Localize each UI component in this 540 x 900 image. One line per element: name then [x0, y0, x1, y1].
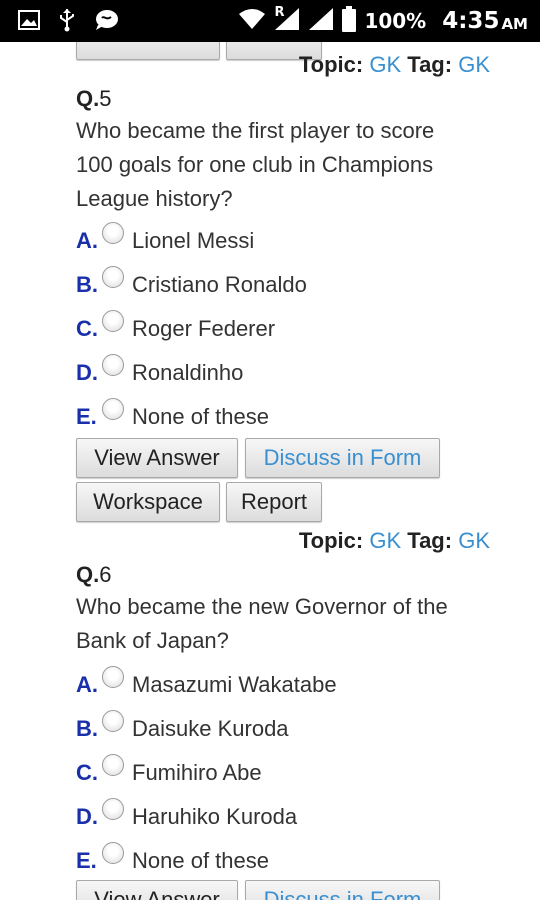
- radio-button[interactable]: [102, 798, 124, 820]
- q5-topic-line: Topic: GK Tag: GK: [298, 52, 490, 77]
- question-list[interactable]: Topic: GK Tag: GK Q.5 Who became the fir…: [0, 42, 540, 900]
- battery-icon: [342, 6, 357, 36]
- q6-tag-link[interactable]: GK: [458, 528, 490, 553]
- q6-view-answer-button[interactable]: View Answer: [76, 880, 238, 900]
- radio-button[interactable]: [102, 666, 124, 688]
- q6-option-e[interactable]: E. None of these: [76, 842, 269, 874]
- q5-report-button[interactable]: Report: [226, 482, 322, 522]
- usb-icon: [58, 8, 76, 36]
- q5-option-c[interactable]: C. Roger Federer: [76, 310, 275, 342]
- chat-icon: [94, 9, 120, 35]
- q6-option-d[interactable]: D. Haruhiko Kuroda: [76, 798, 297, 830]
- q6-topic-line: Topic: GK Tag: GK: [298, 528, 490, 553]
- q5-question-text: Who became the first player to score 100…: [76, 118, 435, 211]
- q5-option-b[interactable]: B. Cristiano Ronaldo: [76, 266, 307, 298]
- q5-view-answer-button[interactable]: View Answer: [76, 438, 238, 478]
- q6-option-a[interactable]: A. Masazumi Wakatabe: [76, 666, 337, 698]
- q5-discuss-button[interactable]: Discuss in Form: [245, 438, 440, 478]
- q6-option-c[interactable]: C. Fumihiro Abe: [76, 754, 262, 786]
- q5-option-e[interactable]: E. None of these: [76, 398, 269, 430]
- q5-tag-link[interactable]: GK: [458, 52, 490, 77]
- q5-option-d[interactable]: D. Ronaldinho: [76, 354, 243, 386]
- radio-button[interactable]: [102, 354, 124, 376]
- radio-button[interactable]: [102, 842, 124, 864]
- q5-option-a[interactable]: A. Lionel Messi: [76, 222, 254, 254]
- clock-ampm: AM: [501, 15, 528, 33]
- radio-button[interactable]: [102, 710, 124, 732]
- radio-button[interactable]: [102, 266, 124, 288]
- roaming-badge: R: [274, 5, 285, 20]
- clock: 4:35: [442, 8, 500, 34]
- q6-option-b[interactable]: B. Daisuke Kuroda: [76, 710, 289, 742]
- status-bar: R 100% 4:35 AM: [0, 0, 540, 42]
- wifi-icon: [238, 8, 266, 34]
- radio-button[interactable]: [102, 222, 124, 244]
- q6-topic-link[interactable]: GK: [369, 528, 401, 553]
- q6-question-text: Who became the new Governor of the Bank …: [76, 594, 448, 653]
- q5-topic-link[interactable]: GK: [369, 52, 401, 77]
- q5-workspace-button[interactable]: Workspace: [76, 482, 220, 522]
- q6-number: Q.6: [76, 562, 112, 587]
- radio-button[interactable]: [102, 398, 124, 420]
- signal-icon: R: [274, 5, 300, 35]
- image-icon: [18, 10, 40, 34]
- battery-percent: 100%: [364, 9, 427, 33]
- q6-discuss-button[interactable]: Discuss in Form: [245, 880, 440, 900]
- q5-number: Q.5: [76, 86, 112, 111]
- radio-button[interactable]: [102, 310, 124, 332]
- signal-icon-2: [308, 7, 334, 35]
- prev-workspace-button[interactable]: [76, 42, 220, 60]
- radio-button[interactable]: [102, 754, 124, 776]
